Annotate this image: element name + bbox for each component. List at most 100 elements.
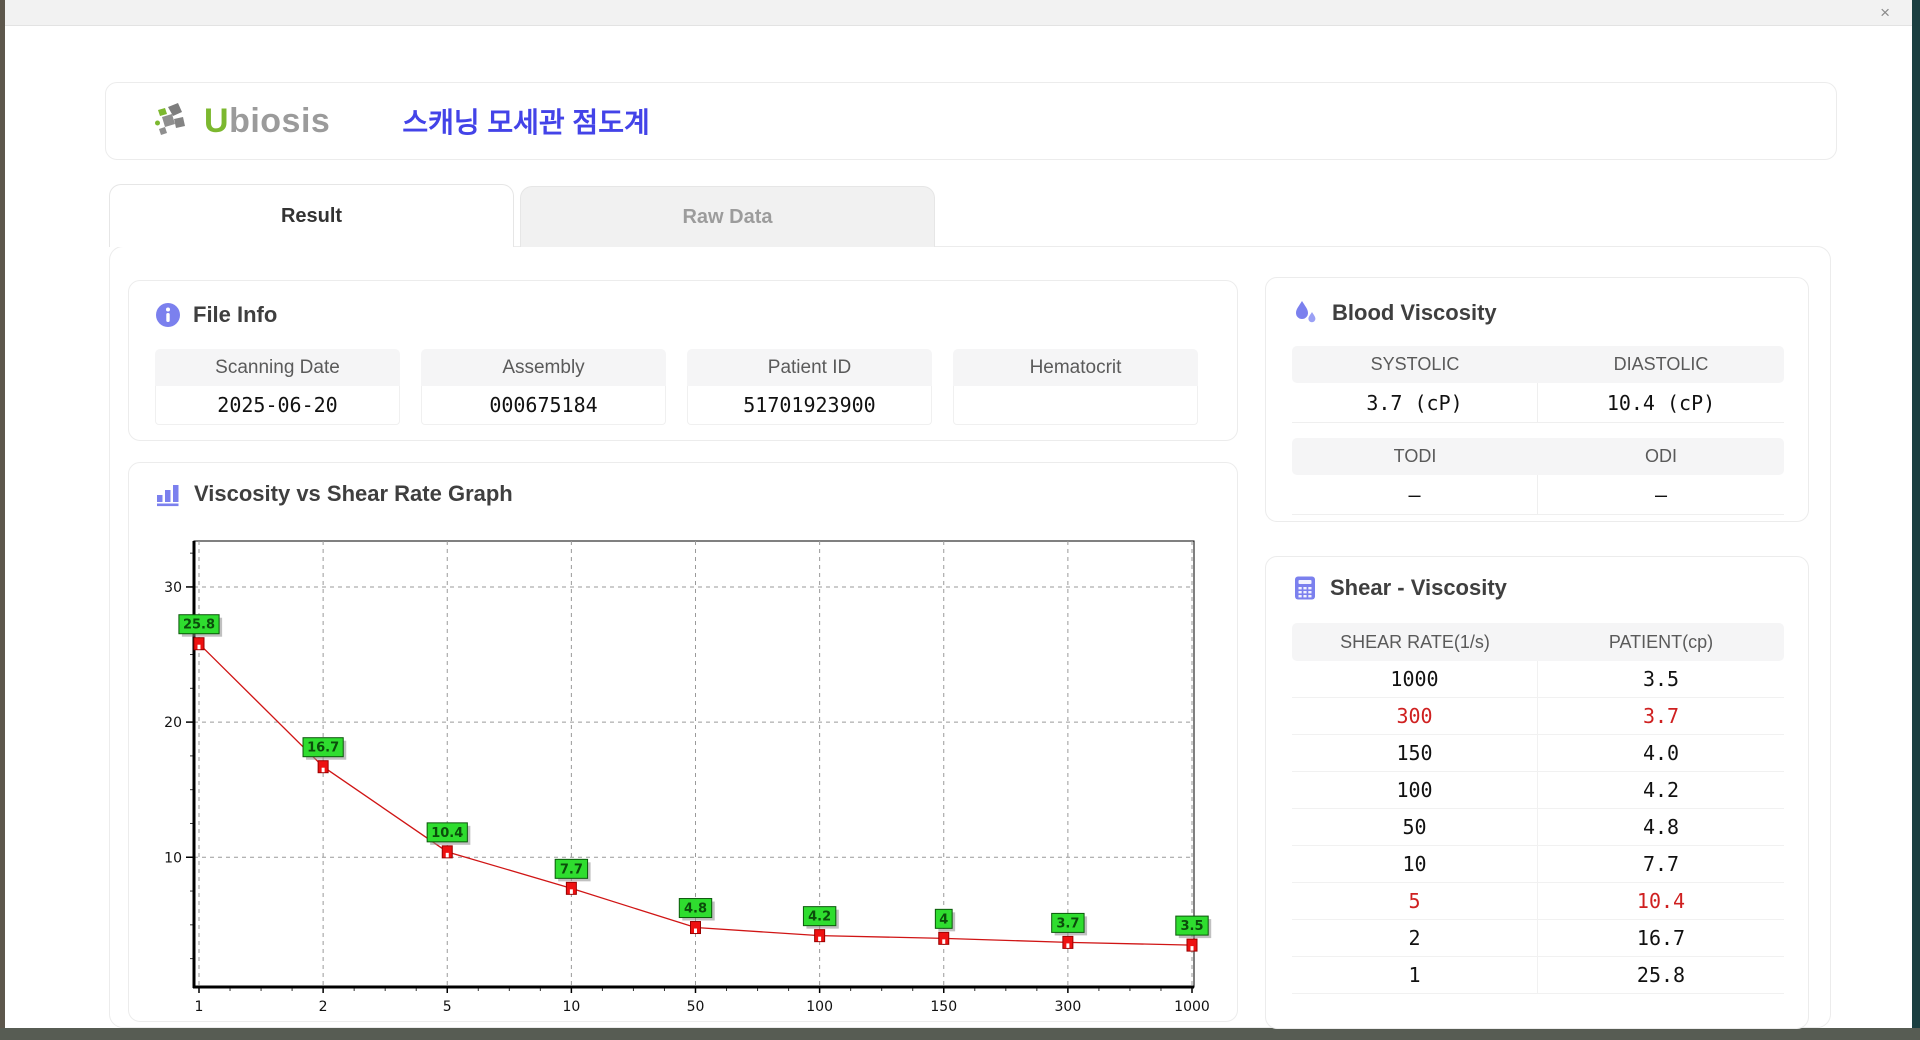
page-title: 스캐닝 모세관 점도계 [402,107,650,138]
diastolic-value: 10.4 (cP) [1606,390,1716,415]
ubiosis-logo: Ubiosis [154,101,330,141]
shear-rate-cell: 50 [1292,809,1538,845]
svg-text:5: 5 [443,999,452,1015]
field-label: Patient ID [687,349,932,386]
screen: × Ubiosis 스캐닝 모세관 점도계 Result Raw Data Fi… [0,0,1920,1040]
shear-rate-cell: 2 [1292,920,1538,956]
tab-raw-data[interactable]: Raw Data [520,186,935,247]
odi-value: – [1654,482,1668,507]
field-label: Assembly [421,349,666,386]
svg-text:25.8: 25.8 [183,618,215,633]
svg-text:4.8: 4.8 [684,902,707,917]
patient-cell: 4.0 [1642,741,1680,765]
svg-text:7.7: 7.7 [560,862,583,877]
tab-result[interactable]: Result [109,184,514,247]
svg-text:1000: 1000 [1174,999,1210,1015]
patient-cell: 10.4 [1636,889,1686,913]
svg-text:30: 30 [164,580,182,596]
shear-rate-cell: 100 [1292,772,1538,808]
blood-drop-icon [1292,299,1320,327]
field-value: 000675184 [421,386,666,425]
svg-text:10: 10 [164,850,182,866]
desktop-edge-bottom [0,1028,1920,1040]
field-value: 51701923900 [687,386,932,425]
table-row: 2 16.7 [1292,920,1784,957]
viscosity-graph-card: Viscosity vs Shear Rate Graph 10 20 30 1 2 5 1… [128,462,1238,1022]
patient-cell: 4.2 [1642,778,1680,802]
todi-odi-table: TODI ODI – – [1292,438,1784,515]
logo-rest: biosis [229,101,331,140]
field-label: Scanning Date [155,349,400,386]
content-container: File Info Scanning Date 2025-06-20 Assem… [109,246,1831,1029]
svg-text:300: 300 [1055,999,1082,1015]
field-scanning-date: Scanning Date 2025-06-20 [155,349,400,425]
viscosity-shear-plot: 10 20 30 1 2 5 10 50 100 150 300 1000 25.8 16.7 10.4 7.… [164,540,1212,1015]
calculator-icon [1292,575,1318,601]
field-label: Hematocrit [953,349,1198,386]
svg-text:4.2: 4.2 [808,910,831,925]
svg-text:16.7: 16.7 [307,741,339,756]
table-row: 50 4.8 [1292,809,1784,846]
patient-cell: 7.7 [1642,852,1680,876]
diastolic-header: DIASTOLIC [1613,354,1709,374]
patient-cell: 3.5 [1642,667,1680,691]
table-row: 100 4.2 [1292,772,1784,809]
systolic-diastolic-table: SYSTOLIC DIASTOLIC 3.7 (cP) 10.4 (cP) [1292,346,1784,423]
desktop-edge-right [1912,0,1920,1040]
svg-text:4: 4 [939,912,948,927]
file-info-fields: Scanning Date 2025-06-20 Assembly 000675… [155,349,1213,425]
table-row: 1 25.8 [1292,957,1784,994]
svg-text:150: 150 [930,999,957,1015]
logo-text: Ubiosis [204,102,330,141]
field-patient-id: Patient ID 51701923900 [687,349,932,425]
app-window: Ubiosis 스캐닝 모세관 점도계 Result Raw Data File… [5,26,1912,1029]
table-row: 300 3.7 [1292,698,1784,735]
patient-cell: 3.7 [1642,704,1680,728]
shear-viscosity-card: Shear - Viscosity SHEAR RATE(1/s) PATIEN… [1265,556,1809,1029]
bar-chart-icon [155,481,182,507]
table-row: 150 4.0 [1292,735,1784,772]
svg-text:1: 1 [195,999,204,1015]
shear-rate-cell: 1 [1292,957,1538,993]
file-info-title: File Info [193,302,278,327]
svg-text:10: 10 [562,999,580,1015]
patient-cell: 4.8 [1642,815,1680,839]
odi-header: ODI [1644,446,1677,466]
svg-text:3.5: 3.5 [1180,919,1203,934]
header-card: Ubiosis 스캐닝 모세관 점도계 [105,82,1837,160]
patient-cell: 16.7 [1636,926,1686,950]
info-icon [155,302,181,328]
shear-rate-column-header: SHEAR RATE(1/s) [1340,631,1490,652]
close-icon[interactable]: × [1880,2,1890,24]
patient-cell: 25.8 [1636,963,1686,987]
shear-rate-cell: 1000 [1292,661,1538,697]
window-titlebar: × [5,0,1912,26]
file-info-card: File Info Scanning Date 2025-06-20 Assem… [128,280,1238,441]
shear-viscosity-table: SHEAR RATE(1/s) PATIENT(cp) 1000 3.5 300 3.… [1292,623,1784,994]
todi-header: TODI [1393,446,1437,466]
ubiosis-logo-icon [154,101,196,141]
shear-viscosity-title: Shear - Viscosity [1330,575,1507,600]
field-value [953,386,1198,425]
svg-text:2: 2 [319,999,328,1015]
patient-column-header: PATIENT(cp) [1608,631,1714,652]
svg-text:50: 50 [687,999,705,1015]
field-assembly: Assembly 000675184 [421,349,666,425]
svg-text:3.7: 3.7 [1056,916,1079,931]
shear-rate-cell: 10 [1292,846,1538,882]
table-row: 1000 3.5 [1292,661,1784,698]
field-hematocrit: Hematocrit [953,349,1198,425]
table-row: 5 10.4 [1292,883,1784,920]
systolic-value: 3.7 (cP) [1292,383,1538,422]
blood-viscosity-title: Blood Viscosity [1332,300,1497,325]
blood-viscosity-card: Blood Viscosity SYSTOLIC DIASTOLIC 3.7 (… [1265,277,1809,522]
todi-value: – [1292,475,1538,514]
table-row: 10 7.7 [1292,846,1784,883]
shear-viscosity-rows: 1000 3.5 300 3.7 150 4.0 100 4.2 50 4.8 10 7.7 5 10.4… [1292,661,1784,994]
shear-rate-cell: 150 [1292,735,1538,771]
svg-text:20: 20 [164,715,182,731]
logo-letter-u: U [204,101,230,140]
systolic-header: SYSTOLIC [1370,354,1460,374]
shear-rate-cell: 5 [1292,883,1538,919]
graph-title: Viscosity vs Shear Rate Graph [194,481,513,506]
